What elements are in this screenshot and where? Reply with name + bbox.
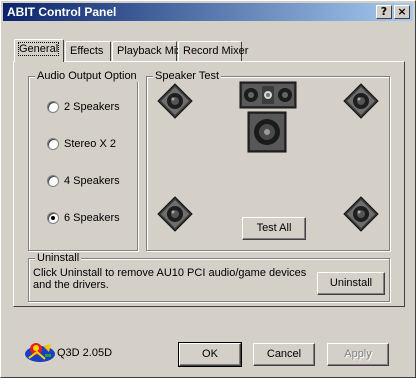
tab-record-mixer-label: Record Mixer — [183, 45, 249, 57]
general-tab-panel: Audio Output Option 2 Speakers Stereo X … — [13, 61, 405, 307]
radio-6-speakers[interactable]: 6 Speakers — [47, 212, 120, 226]
audio-output-group-label: Audio Output Option — [35, 70, 139, 82]
radio-button[interactable] — [47, 175, 59, 188]
cancel-button[interactable]: Cancel — [253, 343, 315, 366]
uninstall-group-label: Uninstall — [35, 252, 82, 264]
radio-button[interactable] — [47, 138, 59, 151]
test-all-label: Test All — [256, 222, 292, 234]
close-button[interactable]: × — [394, 5, 410, 19]
title-bar[interactable]: ABIT Control Panel ? × — [3, 3, 413, 21]
radio-selected-dot — [51, 216, 55, 221]
version-label: Q3D 2.05D — [57, 347, 113, 359]
tab-general-label: General — [17, 42, 60, 56]
apply-button: Apply — [327, 343, 389, 366]
subwoofer-icon[interactable] — [247, 111, 287, 153]
rear-left-speaker-icon[interactable] — [157, 196, 193, 232]
radio-label: 6 Speakers — [64, 212, 120, 225]
tab-effects-label: Effects — [70, 45, 104, 57]
cancel-label: Cancel — [266, 348, 302, 360]
window-title: ABIT Control Panel — [7, 5, 117, 19]
uninstall-button-label: Uninstall — [329, 277, 373, 289]
center-speaker-icon[interactable] — [239, 81, 297, 109]
ok-label: OK — [202, 348, 218, 360]
tab-record-mixer[interactable]: Record Mixer — [178, 41, 248, 61]
tab-effects[interactable]: Effects — [65, 41, 111, 61]
radio-button[interactable] — [47, 212, 59, 225]
speaker-test-group: Speaker Test Test All — [146, 70, 390, 251]
rear-right-speaker-icon[interactable] — [343, 196, 379, 232]
speaker-test-group-label: Speaker Test — [153, 70, 222, 82]
front-left-speaker-icon[interactable] — [157, 83, 193, 119]
tab-general[interactable]: General — [14, 39, 64, 62]
radio-label: Stereo X 2 — [64, 138, 116, 151]
test-all-button[interactable]: Test All — [242, 217, 306, 240]
help-button[interactable]: ? — [376, 5, 392, 19]
radio-stereo-x2[interactable]: Stereo X 2 — [47, 138, 116, 152]
uninstall-group: Uninstall Click Uninstall to remove AU10… — [28, 252, 390, 302]
q3d-logo-icon — [25, 343, 55, 362]
tab-playback-mixer[interactable]: Playback Mixer — [112, 41, 192, 61]
front-right-speaker-icon[interactable] — [343, 83, 379, 119]
radio-button[interactable] — [47, 101, 59, 114]
radio-label: 2 Speakers — [64, 101, 120, 114]
apply-label: Apply — [344, 348, 372, 360]
radio-label: 4 Speakers — [64, 175, 120, 188]
ok-button[interactable]: OK — [178, 342, 242, 367]
radio-4-speakers[interactable]: 4 Speakers — [47, 175, 120, 189]
radio-2-speakers[interactable]: 2 Speakers — [47, 101, 120, 115]
abit-control-panel-window: ABIT Control Panel ? × General Effects P… — [0, 0, 416, 378]
audio-output-group: Audio Output Option 2 Speakers Stereo X … — [28, 70, 139, 251]
uninstall-description: Click Uninstall to remove AU10 PCI audio… — [33, 267, 307, 291]
uninstall-button[interactable]: Uninstall — [317, 272, 385, 295]
